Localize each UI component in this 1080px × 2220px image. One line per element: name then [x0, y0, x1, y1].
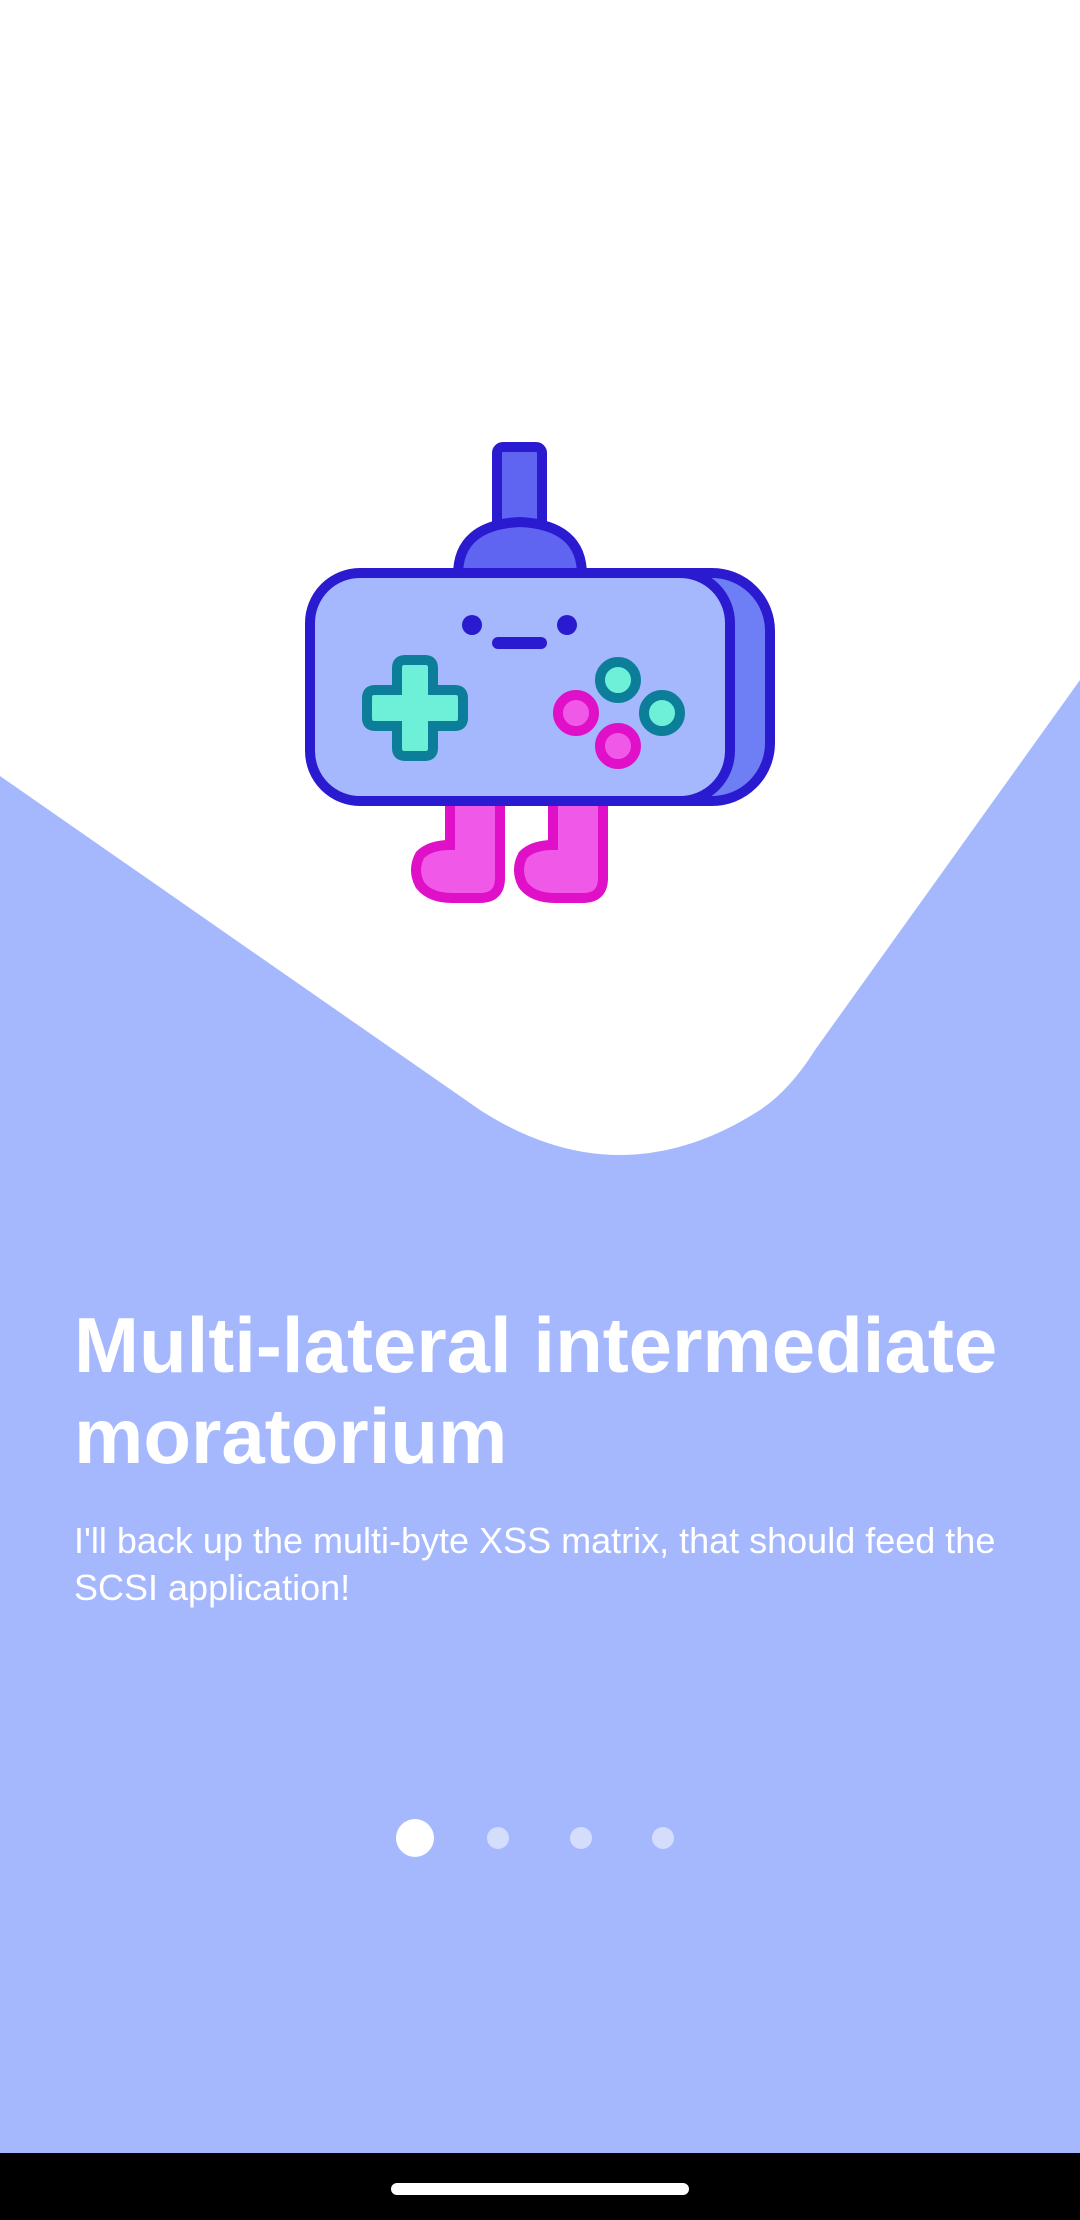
- gamepad-robot-icon: [305, 442, 775, 903]
- system-navigation-bar: [0, 2153, 1080, 2220]
- page-dot-4[interactable]: [652, 1827, 674, 1849]
- page-dot-1[interactable]: [396, 1819, 434, 1857]
- onboarding-subtitle: I'll back up the multi-byte XSS matrix, …: [74, 1520, 996, 1608]
- page-dot-2[interactable]: [487, 1827, 509, 1849]
- onboarding-title: Multi-lateral intermediate moratorium: [74, 1301, 998, 1480]
- page-indicator: [396, 1818, 686, 1858]
- page-dot-3[interactable]: [570, 1827, 592, 1849]
- home-indicator[interactable]: [391, 2183, 689, 2195]
